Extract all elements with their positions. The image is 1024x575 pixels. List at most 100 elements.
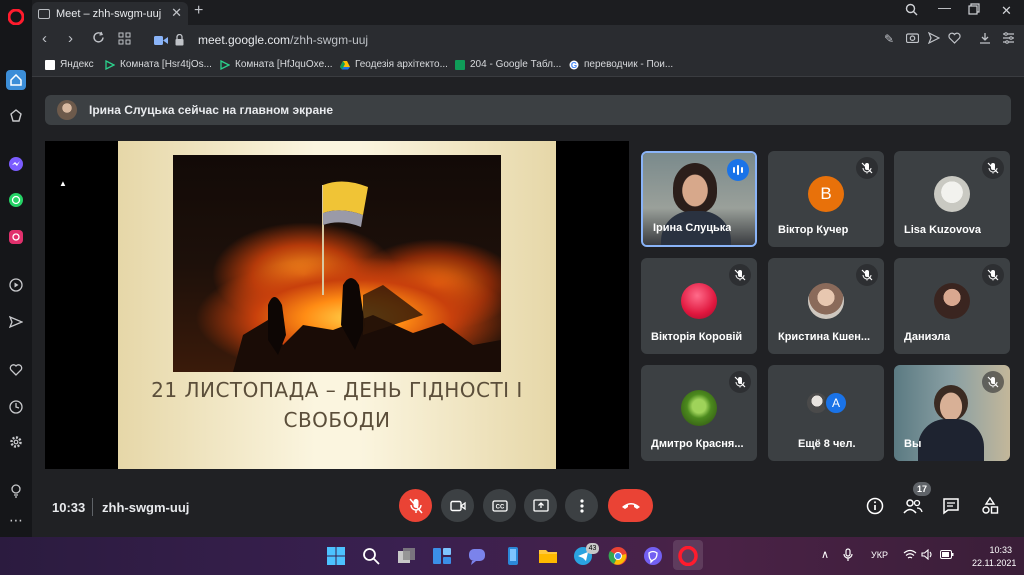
speed-dial-icon[interactable] bbox=[6, 106, 26, 126]
windows-start-icon[interactable] bbox=[326, 546, 346, 566]
history-icon[interactable] bbox=[6, 397, 26, 417]
participant-tile[interactable]: Кристина Кшен... bbox=[768, 258, 884, 354]
tab-close-icon[interactable]: ✕ bbox=[171, 5, 182, 21]
volume-icon[interactable] bbox=[921, 549, 933, 560]
participant-name: Вы bbox=[904, 438, 922, 450]
play-triangle-icon bbox=[220, 59, 230, 70]
microphone-toggle-button[interactable] bbox=[399, 489, 432, 522]
captions-button[interactable]: CC bbox=[483, 489, 516, 522]
camera-toggle-button[interactable] bbox=[441, 489, 474, 522]
presentation-stage[interactable]: 21 ЛИСТОПАДА – ДЕНЬ ГІДНОСТІ І СВОБОДИ ▲ bbox=[45, 141, 629, 469]
video-camera-icon bbox=[449, 500, 466, 511]
bookmark-item[interactable]: Комната [Hsr4tjOs... bbox=[105, 59, 212, 70]
whatsapp-icon[interactable] bbox=[6, 190, 26, 210]
present-now-button[interactable] bbox=[524, 489, 557, 522]
participant-avatar bbox=[934, 176, 970, 212]
slide-title: 21 ЛИСТОПАДА – ДЕНЬ ГІДНОСТІ І СВОБОДИ bbox=[151, 378, 523, 432]
chrome-icon[interactable] bbox=[608, 546, 628, 566]
windows-taskbar: 43 ∧ УКР 10:33 22.11.2021 bbox=[0, 537, 1024, 575]
close-window-button[interactable]: ✕ bbox=[1001, 3, 1012, 19]
url-field[interactable]: meet.google.com/zhh-swgm-uuj bbox=[198, 33, 368, 47]
send-icon[interactable] bbox=[6, 312, 26, 332]
back-button[interactable]: ‹ bbox=[42, 30, 47, 47]
participant-tile[interactable]: Lisa Kuzovova bbox=[894, 151, 1010, 247]
bookmark-item[interactable]: 204 - Google Табл... bbox=[455, 59, 561, 70]
mic-off-icon bbox=[982, 157, 1004, 179]
battery-icon[interactable] bbox=[940, 550, 954, 559]
meet-window: Ірина Слуцька сейчас на главном экране 2… bbox=[32, 77, 1024, 537]
mic-off-icon bbox=[408, 498, 423, 513]
bookmark-label: Геодезія архітекто... bbox=[355, 59, 448, 70]
microphone-icon[interactable] bbox=[843, 548, 853, 562]
opera-icon[interactable] bbox=[678, 546, 698, 566]
more-participants-tile[interactable]: A Ещё 8 чел. bbox=[768, 365, 884, 461]
bookmark-item[interactable]: Комната [HfJquOxe... bbox=[220, 59, 333, 70]
participant-tile[interactable]: Даниэла bbox=[894, 258, 1010, 354]
person-figure bbox=[673, 163, 717, 213]
participant-tile[interactable]: Дмитро Красня... bbox=[641, 365, 757, 461]
easy-setup-icon[interactable] bbox=[1002, 32, 1015, 47]
file-explorer-icon[interactable] bbox=[538, 546, 558, 566]
meeting-details-button[interactable] bbox=[864, 495, 886, 517]
widgets-icon[interactable] bbox=[432, 546, 452, 566]
viber-icon[interactable] bbox=[643, 546, 663, 566]
browser-tab[interactable]: Meet – zhh-swgm-uuj ✕ bbox=[32, 2, 188, 25]
minimize-button[interactable]: — bbox=[938, 0, 951, 15]
more-icon[interactable]: ⋯ bbox=[6, 510, 26, 530]
bookmark-label: Комната [Hsr4tjOs... bbox=[120, 59, 212, 70]
teams-chat-icon[interactable] bbox=[467, 546, 487, 566]
mouse-pointer-icon: ▲ bbox=[59, 179, 67, 188]
show-hidden-icons-icon[interactable]: ∧ bbox=[821, 548, 829, 561]
google-sheets-icon bbox=[455, 59, 465, 70]
phone-link-icon[interactable] bbox=[503, 546, 523, 566]
input-language[interactable]: УКР bbox=[871, 550, 888, 560]
search-tabs-icon[interactable] bbox=[905, 3, 918, 19]
home-icon[interactable] bbox=[6, 70, 26, 90]
messenger-icon[interactable] bbox=[6, 154, 26, 174]
search-icon[interactable] bbox=[361, 546, 381, 566]
instagram-icon[interactable] bbox=[6, 227, 26, 247]
bookmark-item[interactable]: Геодезія архітекто... bbox=[340, 59, 448, 70]
google-g-icon: G bbox=[569, 60, 579, 70]
task-view-icon[interactable] bbox=[397, 546, 417, 566]
forward-button[interactable]: › bbox=[68, 30, 73, 47]
activities-button[interactable] bbox=[979, 495, 1001, 517]
tab-title: Meet – zhh-swgm-uuj bbox=[56, 7, 162, 20]
heart-icon[interactable] bbox=[6, 360, 26, 380]
participant-name: Кристина Кшен... bbox=[778, 331, 871, 343]
wifi-icon[interactable] bbox=[903, 549, 917, 560]
more-options-button[interactable] bbox=[565, 489, 598, 522]
opera-logo-icon[interactable] bbox=[6, 7, 26, 27]
google-drive-icon bbox=[340, 60, 350, 69]
participant-tile[interactable]: B Віктор Кучер bbox=[768, 151, 884, 247]
bookmark-heart-icon[interactable] bbox=[948, 32, 961, 47]
leave-call-button[interactable] bbox=[608, 489, 653, 522]
snapshot-icon[interactable] bbox=[905, 32, 920, 46]
system-clock[interactable]: 10:33 22.11.2021 bbox=[972, 544, 1016, 570]
bookmark-item[interactable]: Яндекс bbox=[45, 59, 94, 70]
tabs-grid-icon[interactable] bbox=[118, 32, 131, 49]
reload-button[interactable] bbox=[92, 31, 105, 48]
self-tile[interactable]: Вы bbox=[894, 365, 1010, 461]
new-tab-button[interactable]: + bbox=[194, 2, 203, 20]
settings-icon[interactable] bbox=[6, 432, 26, 452]
info-icon bbox=[866, 497, 884, 515]
maximize-button[interactable] bbox=[968, 3, 980, 18]
show-everyone-button[interactable] bbox=[902, 495, 924, 517]
bookmark-item[interactable]: G переводчик - Пои... bbox=[569, 59, 673, 70]
chat-button[interactable] bbox=[940, 495, 962, 517]
player-icon[interactable] bbox=[6, 275, 26, 295]
address-bar-row: ‹ › meet.google.com/zhh-swgm-uuj ✎ bbox=[32, 25, 1024, 55]
camera-indicator-icon[interactable] bbox=[154, 33, 168, 50]
tab-window-icon bbox=[38, 8, 50, 19]
participant-tile[interactable]: Вікторія Коровій bbox=[641, 258, 757, 354]
download-icon[interactable] bbox=[979, 32, 991, 47]
presentation-slide: 21 ЛИСТОПАДА – ДЕНЬ ГІДНОСТІ І СВОБОДИ bbox=[118, 141, 556, 469]
edit-page-icon[interactable]: ✎ bbox=[884, 32, 894, 46]
lock-icon[interactable] bbox=[175, 33, 184, 50]
participant-tile[interactable]: Ірина Слуцька bbox=[641, 151, 757, 247]
bookmark-label: Яндекс bbox=[60, 59, 94, 70]
lightbulb-icon[interactable] bbox=[6, 481, 26, 501]
send-page-icon[interactable] bbox=[927, 31, 941, 47]
bookmark-label: 204 - Google Табл... bbox=[470, 59, 562, 70]
